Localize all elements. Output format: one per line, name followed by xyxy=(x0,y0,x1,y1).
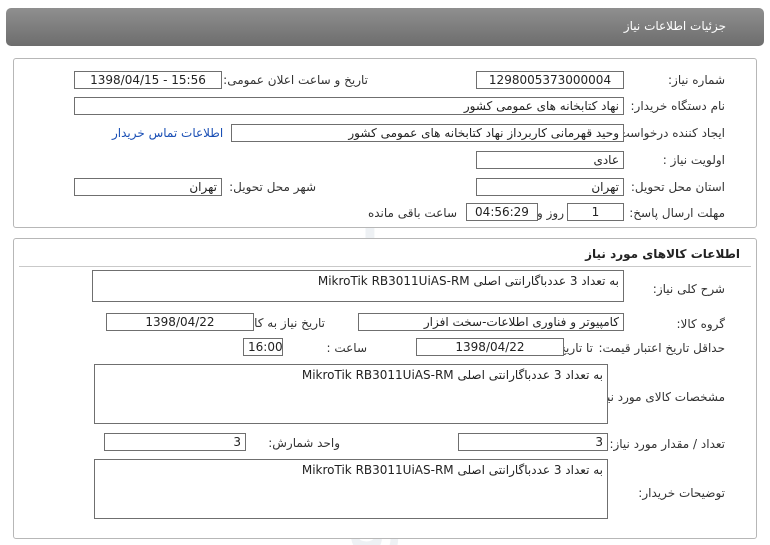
specs-field[interactable]: به تعداد 3 عددباگارانتی اصلی MikroTik RB… xyxy=(94,364,608,424)
unit-label: واحد شمارش: xyxy=(268,436,340,450)
until-date-field[interactable]: 1398/04/22 xyxy=(416,338,564,356)
page-header: جزئیات اطلاعات نیاز xyxy=(6,8,764,46)
province-field[interactable]: تهران xyxy=(476,178,624,196)
buyer-notes-label: توضیحات خریدار: xyxy=(638,486,725,500)
buyer-org-label: نام دستگاه خریدار: xyxy=(630,99,726,113)
buyer-org-field[interactable]: نهاد کتابخانه های عمومی کشور xyxy=(74,97,624,115)
deadline-days-field[interactable]: 1 xyxy=(567,203,624,221)
summary-field[interactable]: به تعداد 3 عددباگارانتی اصلی MikroTik RB… xyxy=(92,270,624,302)
contact-buyer-link[interactable]: اطلاعات تماس خریدار xyxy=(112,126,223,140)
priority-field[interactable]: عادی xyxy=(476,151,624,169)
page-title: جزئیات اطلاعات نیاز xyxy=(623,19,726,33)
need-number-label: شماره نیاز: xyxy=(668,73,725,87)
deadline-days-label: روز و xyxy=(537,206,564,220)
requester-label: ایجاد کننده درخواست: xyxy=(614,126,725,140)
deadline-time-label: ساعت باقی مانده xyxy=(367,206,457,220)
deadline-time-field[interactable]: 04:56:29 xyxy=(466,203,538,221)
priority-label: اولویت نیاز : xyxy=(662,153,725,167)
province-label: استان محل تحویل: xyxy=(630,180,725,194)
group-field[interactable]: کامپیوتر و فناوری اطلاعات-سخت افزار xyxy=(358,313,624,331)
need-date-field[interactable]: 1398/04/22 xyxy=(106,313,254,331)
requester-field[interactable]: وحید قهرمانی کاربرداز نهاد کتابخانه های … xyxy=(231,124,624,142)
unit-field[interactable]: 3 xyxy=(104,433,246,451)
goods-section-divider xyxy=(19,266,751,267)
hour-label: ساعت : xyxy=(326,341,367,355)
quantity-label: تعداد / مقدار مورد نیاز: xyxy=(609,437,725,451)
summary-label: شرح کلی نیاز: xyxy=(652,282,725,296)
goods-section-title: اطلاعات کالاهای مورد نیاز xyxy=(585,247,740,261)
city-label: شهر محل تحویل: xyxy=(229,180,316,194)
announce-date-field[interactable]: 1398/04/15 - 15:56 xyxy=(74,71,222,89)
deadline-label: مهلت ارسال پاسخ: xyxy=(629,206,725,220)
group-label: گروه کالا: xyxy=(676,317,726,331)
announce-date-label: تاریخ و ساعت اعلان عمومی: xyxy=(223,73,368,87)
validity-label: حداقل تاریخ اعتبار قیمت: xyxy=(598,341,725,355)
need-date-label: تاریخ نیاز به کالا: xyxy=(243,316,325,330)
buyer-notes-field[interactable]: به تعداد 3 عددباگارانتی اصلی MikroTik RB… xyxy=(94,459,608,519)
city-field[interactable]: تهران xyxy=(74,178,222,196)
need-number-field[interactable]: 1298005373000004 xyxy=(476,71,624,89)
hour-field[interactable]: 16:00 xyxy=(243,338,283,356)
specs-label: مشخصات کالای مورد نیاز: xyxy=(593,390,725,404)
quantity-field[interactable]: 3 xyxy=(458,433,608,451)
